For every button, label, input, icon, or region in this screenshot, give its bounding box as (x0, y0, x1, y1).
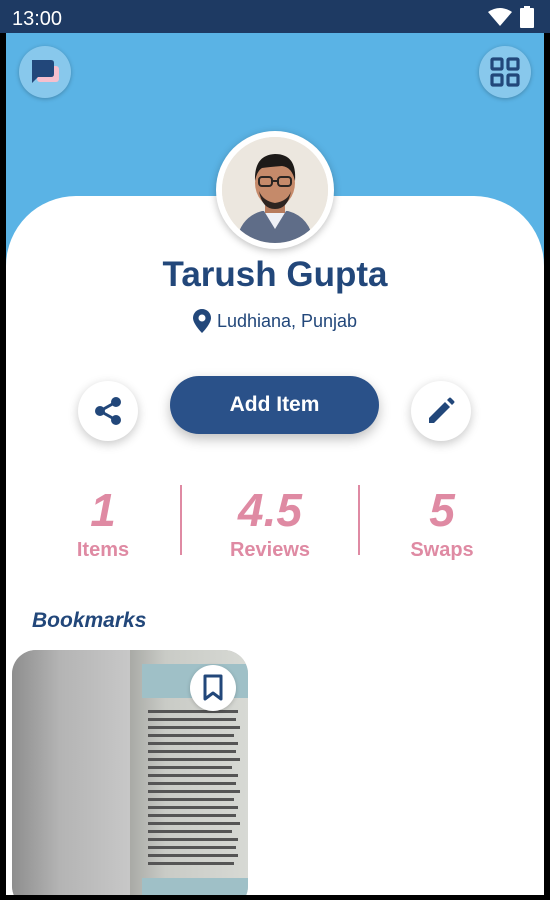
stat-items-value: 1 (90, 484, 116, 536)
location-pin-icon (192, 309, 211, 333)
stat-swaps-label: Swaps (410, 539, 474, 561)
wifi-icon (488, 8, 512, 26)
bookmarks-heading: Bookmarks (32, 609, 147, 632)
stat-reviews[interactable]: 4.5 Reviews (185, 485, 355, 562)
stat-swaps-value: 5 (429, 484, 455, 536)
avatar[interactable] (216, 131, 334, 249)
phone-screen: 13:00 Tarush Gupta Ludhiana, Punjab Add … (0, 0, 550, 900)
avatar-photo (222, 137, 328, 243)
bookmark-toggle-button[interactable] (190, 665, 236, 711)
edit-profile-button[interactable] (411, 381, 471, 441)
stat-items-label: Items (76, 539, 130, 561)
status-icons (488, 6, 534, 28)
bookmark-icon (203, 674, 223, 701)
stat-reviews-value: 4.5 (238, 484, 302, 536)
chat-icon (32, 60, 59, 83)
battery-icon (520, 6, 534, 28)
pencil-icon (429, 397, 455, 423)
stat-divider (180, 485, 182, 555)
profile-page: Tarush Gupta Ludhiana, Punjab Add Item 1… (6, 33, 544, 895)
share-button[interactable] (78, 381, 138, 441)
status-time: 13:00 (12, 8, 63, 30)
grid-icon (490, 57, 520, 87)
share-icon (95, 397, 121, 425)
stat-swaps[interactable]: 5 Swaps (357, 485, 527, 562)
chat-button[interactable] (19, 46, 71, 98)
location-text: Ludhiana, Punjab (216, 310, 358, 331)
menu-grid-button[interactable] (479, 46, 531, 98)
status-bar: 13:00 (0, 0, 550, 33)
profile-name: Tarush Gupta (162, 255, 388, 294)
stat-items[interactable]: 1 Items (18, 485, 188, 562)
stat-reviews-label: Reviews (229, 539, 311, 561)
add-item-button[interactable]: Add Item (170, 376, 379, 434)
profile-location: Ludhiana, Punjab (6, 309, 544, 333)
